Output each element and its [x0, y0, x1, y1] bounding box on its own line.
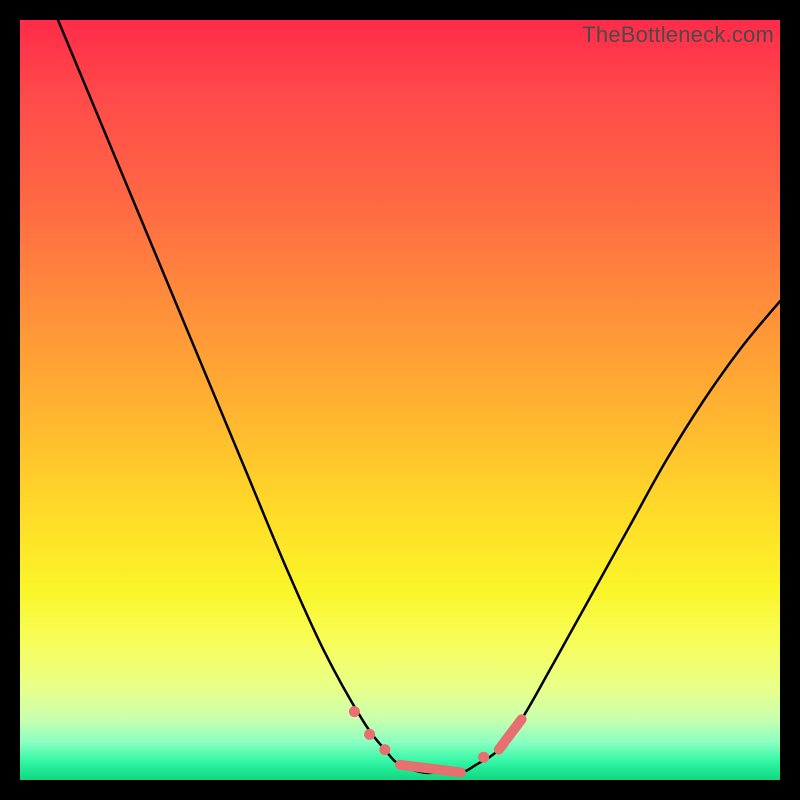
- accent-segment: [499, 719, 522, 749]
- watermark-text: TheBottleneck.com: [582, 22, 774, 48]
- accent-dot: [364, 729, 375, 740]
- curve-path: [58, 20, 780, 773]
- accent-dot: [379, 744, 390, 755]
- accent-segment: [400, 765, 461, 773]
- bottleneck-curve: [20, 20, 780, 780]
- chart-frame: TheBottleneck.com: [20, 20, 780, 780]
- accent-dot: [349, 706, 360, 717]
- accent-dot: [478, 752, 489, 763]
